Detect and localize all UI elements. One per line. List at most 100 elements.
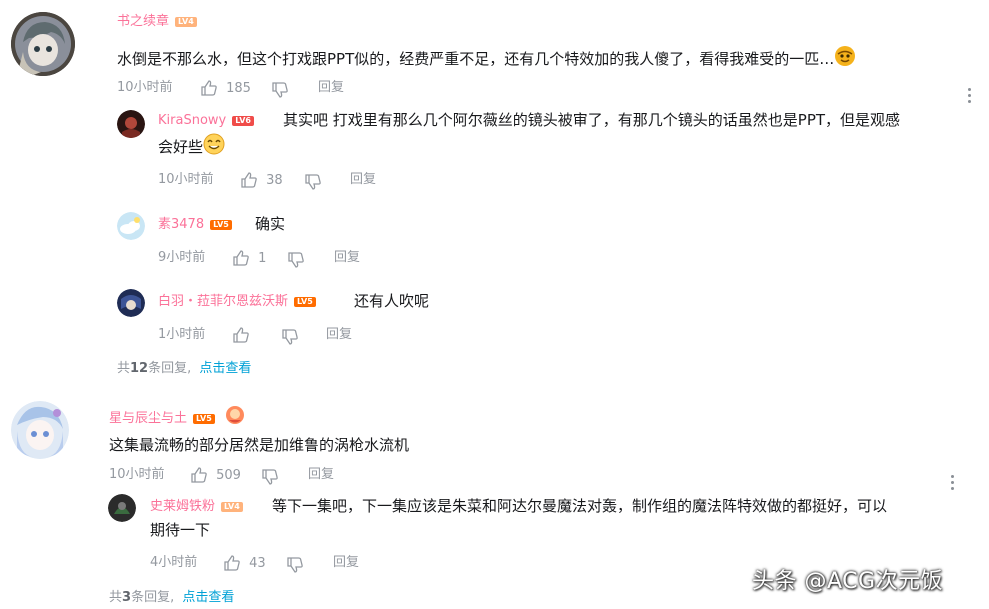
more-options-icon[interactable] xyxy=(951,475,955,493)
smile-emoji-icon xyxy=(203,133,225,162)
more-prefix: 共 xyxy=(109,590,123,605)
view-more-replies: 共3条回复, 点击查看 xyxy=(109,586,234,605)
timestamp: 9小时前 xyxy=(158,250,206,265)
reply-text-line: 等下一集吧，下一集应该是朱菜和阿达尔曼魔法对轰，制作组的魔法阵特效做的都挺好，可… xyxy=(272,497,888,515)
reply-text: 确实 xyxy=(255,215,286,233)
like-count: 43 xyxy=(249,555,266,571)
like-button[interactable]: 1 xyxy=(232,249,266,267)
timestamp: 1小时前 xyxy=(158,327,206,342)
level-badge: LV5 xyxy=(210,220,232,230)
reply-count: 12 xyxy=(130,361,149,376)
username-text[interactable]: 白羽・菈菲尔恩兹沃斯 xyxy=(158,294,288,309)
comment-meta: 10小时前 xyxy=(117,80,173,96)
reply-text: 等下一集吧，下一集应该是朱菜和阿达尔曼魔法对轰，制作组的魔法阵特效做的都挺好，可… xyxy=(272,494,887,518)
avatar[interactable] xyxy=(11,12,75,76)
avatar[interactable] xyxy=(117,212,145,240)
comment-text-body: 水倒是不那么水，但这个打戏跟PPT似的，经费严重不足，还有几个特效加的我人傻了，… xyxy=(117,50,835,68)
view-replies-link[interactable]: 点击查看 xyxy=(182,590,234,605)
timestamp: 10小时前 xyxy=(109,467,165,482)
level-badge: LV5 xyxy=(294,297,316,307)
thumbs-up-icon[interactable] xyxy=(190,467,208,483)
reply-username[interactable]: 素3478 LV5 xyxy=(158,217,232,233)
view-replies-link[interactable]: 点击查看 xyxy=(199,361,251,376)
like-count: 1 xyxy=(258,250,267,266)
thumbs-down-icon xyxy=(287,556,303,573)
more-suffix: 条回复, xyxy=(148,361,192,376)
reply-button[interactable]: 回复 xyxy=(333,555,359,571)
reply-text: 其实吧 打戏里有那么几个阿尔薇丝的镜头被审了，有那几个镜头的话虽然也是PPT，但… xyxy=(283,108,983,132)
avatar[interactable] xyxy=(11,401,69,459)
like-button[interactable]: 38 xyxy=(240,171,283,189)
comment-username[interactable]: 书之续章 LV4 xyxy=(117,14,197,30)
thumbs-up-icon[interactable] xyxy=(223,555,241,571)
watermark: 头条 @ACG次元饭 xyxy=(752,569,944,594)
reply-text-line: 其实吧 打戏里有那么几个阿尔薇丝的镜头被审了，有那几个镜头的话虽然也是PPT，但… xyxy=(283,111,901,129)
reply-text-continued: 期待一下 xyxy=(150,518,210,542)
comment-username[interactable]: 星与辰尘与土 LV5 xyxy=(109,405,245,430)
reply-button[interactable]: 回复 xyxy=(326,327,352,343)
reply-button[interactable]: 回复 xyxy=(334,250,360,266)
timestamp: 4小时前 xyxy=(150,555,198,570)
doge-emoji-icon xyxy=(834,45,856,74)
like-button[interactable]: 185 xyxy=(200,79,251,97)
reply-meta: 9小时前 xyxy=(158,250,205,266)
reply-count: 3 xyxy=(122,590,132,605)
reply-meta: 4小时前 xyxy=(150,555,197,571)
thumbs-down-icon xyxy=(282,328,298,345)
timestamp: 10小时前 xyxy=(158,172,214,187)
reply-text-continued: 会好些 xyxy=(158,133,225,162)
thumbs-up-icon[interactable] xyxy=(200,80,218,96)
view-more-replies: 共12条回复, 点击查看 xyxy=(117,357,251,376)
username-text[interactable]: 素3478 xyxy=(158,217,204,232)
username-text[interactable]: 书之续章 xyxy=(117,14,169,29)
dislike-button[interactable] xyxy=(271,79,289,99)
comment-text: 水倒是不那么水，但这个打戏跟PPT似的，经费严重不足，还有几个特效加的我人傻了，… xyxy=(117,45,987,74)
reply-username[interactable]: 史莱姆铁粉 LV4 xyxy=(150,499,243,515)
level-badge: LV5 xyxy=(193,414,215,424)
thumbs-up-icon[interactable] xyxy=(232,327,250,343)
level-badge: LV6 xyxy=(232,116,254,126)
reply-text: 还有人吹呢 xyxy=(354,292,430,310)
dislike-button[interactable] xyxy=(287,249,305,269)
like-count: 509 xyxy=(216,467,241,483)
dislike-button[interactable] xyxy=(281,326,299,346)
avatar[interactable] xyxy=(117,289,145,317)
like-button[interactable] xyxy=(232,326,250,344)
reply-button[interactable]: 回复 xyxy=(350,172,376,188)
reply-button[interactable]: 回复 xyxy=(318,80,344,96)
reply-button[interactable]: 回复 xyxy=(308,467,334,483)
thumbs-down-icon xyxy=(272,81,288,98)
thumbs-down-icon xyxy=(288,251,304,268)
reply-username[interactable]: KiraSnowy LV6 xyxy=(158,113,254,129)
comment-text: 这集最流畅的部分居然是加维鲁的涡枪水流机 xyxy=(109,436,410,454)
username-text[interactable]: 星与辰尘与土 xyxy=(109,411,187,426)
thumbs-down-icon xyxy=(305,173,321,190)
reply-text-line: 会好些 xyxy=(158,138,204,156)
pendant-badge-icon xyxy=(225,405,245,430)
level-badge: LV4 xyxy=(221,502,243,512)
more-suffix: 条回复, xyxy=(131,590,175,605)
timestamp: 10小时前 xyxy=(117,80,173,95)
username-text[interactable]: KiraSnowy xyxy=(158,113,226,128)
like-count: 38 xyxy=(266,172,283,188)
more-options-icon[interactable] xyxy=(968,88,972,106)
dislike-button[interactable] xyxy=(304,171,322,191)
thumbs-down-icon xyxy=(262,468,278,485)
dislike-button[interactable] xyxy=(261,466,279,486)
reply-meta: 1小时前 xyxy=(158,327,205,343)
reply-meta: 10小时前 xyxy=(158,172,214,188)
thumbs-up-icon[interactable] xyxy=(232,250,250,266)
avatar[interactable] xyxy=(108,494,136,522)
reply-username[interactable]: 白羽・菈菲尔恩兹沃斯 LV5 xyxy=(158,294,316,310)
like-button[interactable]: 509 xyxy=(190,466,241,484)
comment-meta: 10小时前 xyxy=(109,467,165,483)
level-badge: LV4 xyxy=(175,17,197,27)
like-count: 185 xyxy=(226,80,251,96)
more-prefix: 共 xyxy=(117,361,131,376)
thumbs-up-icon[interactable] xyxy=(240,172,258,188)
reply-text-line: 期待一下 xyxy=(150,521,211,539)
dislike-button[interactable] xyxy=(286,554,304,574)
avatar[interactable] xyxy=(117,110,145,138)
username-text[interactable]: 史莱姆铁粉 xyxy=(150,499,215,514)
like-button[interactable]: 43 xyxy=(223,554,266,572)
